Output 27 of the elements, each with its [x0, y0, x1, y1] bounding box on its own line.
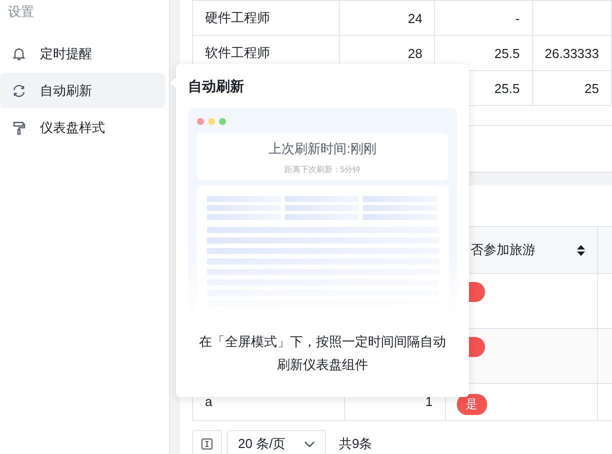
popover-description: 在「全屏模式」下，按照一定时间间隔自动刷新仪表盘组件: [198, 333, 447, 374]
table-cell: 24: [339, 0, 435, 36]
status-tag: 是: [456, 394, 487, 415]
page-size-select[interactable]: 20 条/页: [227, 430, 326, 454]
total-count: 共9条: [339, 435, 372, 453]
popover-title: 自动刷新: [188, 78, 245, 96]
table-cell: -: [434, 0, 532, 36]
sidebar-heading: 设置: [7, 3, 35, 21]
preview-subtitle: 距离下次刷新：5分钟: [283, 164, 362, 175]
window-dots-icon: [197, 118, 227, 125]
column-settings-button[interactable]: [192, 430, 222, 454]
sidebar-item-label: 自动刷新: [40, 82, 92, 100]
table-cell: 硬件工程师: [192, 0, 340, 36]
sidebar-item[interactable]: 定时提醒: [0, 36, 165, 71]
table-cell: 26.33333: [532, 36, 612, 70]
sidebar-item-label: 定时提醒: [40, 44, 92, 62]
sort-icon[interactable]: [576, 244, 585, 256]
paint-roller-icon: [12, 120, 26, 134]
table-cell: 25: [532, 70, 612, 106]
refresh-icon: [12, 84, 26, 98]
bell-icon: [12, 46, 26, 60]
sidebar-item-label: 仪表盘样式: [40, 118, 105, 136]
preview-title: 上次刷新时间:刚刚: [268, 140, 378, 158]
sidebar-item[interactable]: 仪表盘样式: [0, 110, 165, 145]
chevron-down-icon: [304, 440, 315, 448]
sidebar-item[interactable]: 自动刷新: [0, 73, 165, 108]
settings-icon: [201, 438, 213, 450]
